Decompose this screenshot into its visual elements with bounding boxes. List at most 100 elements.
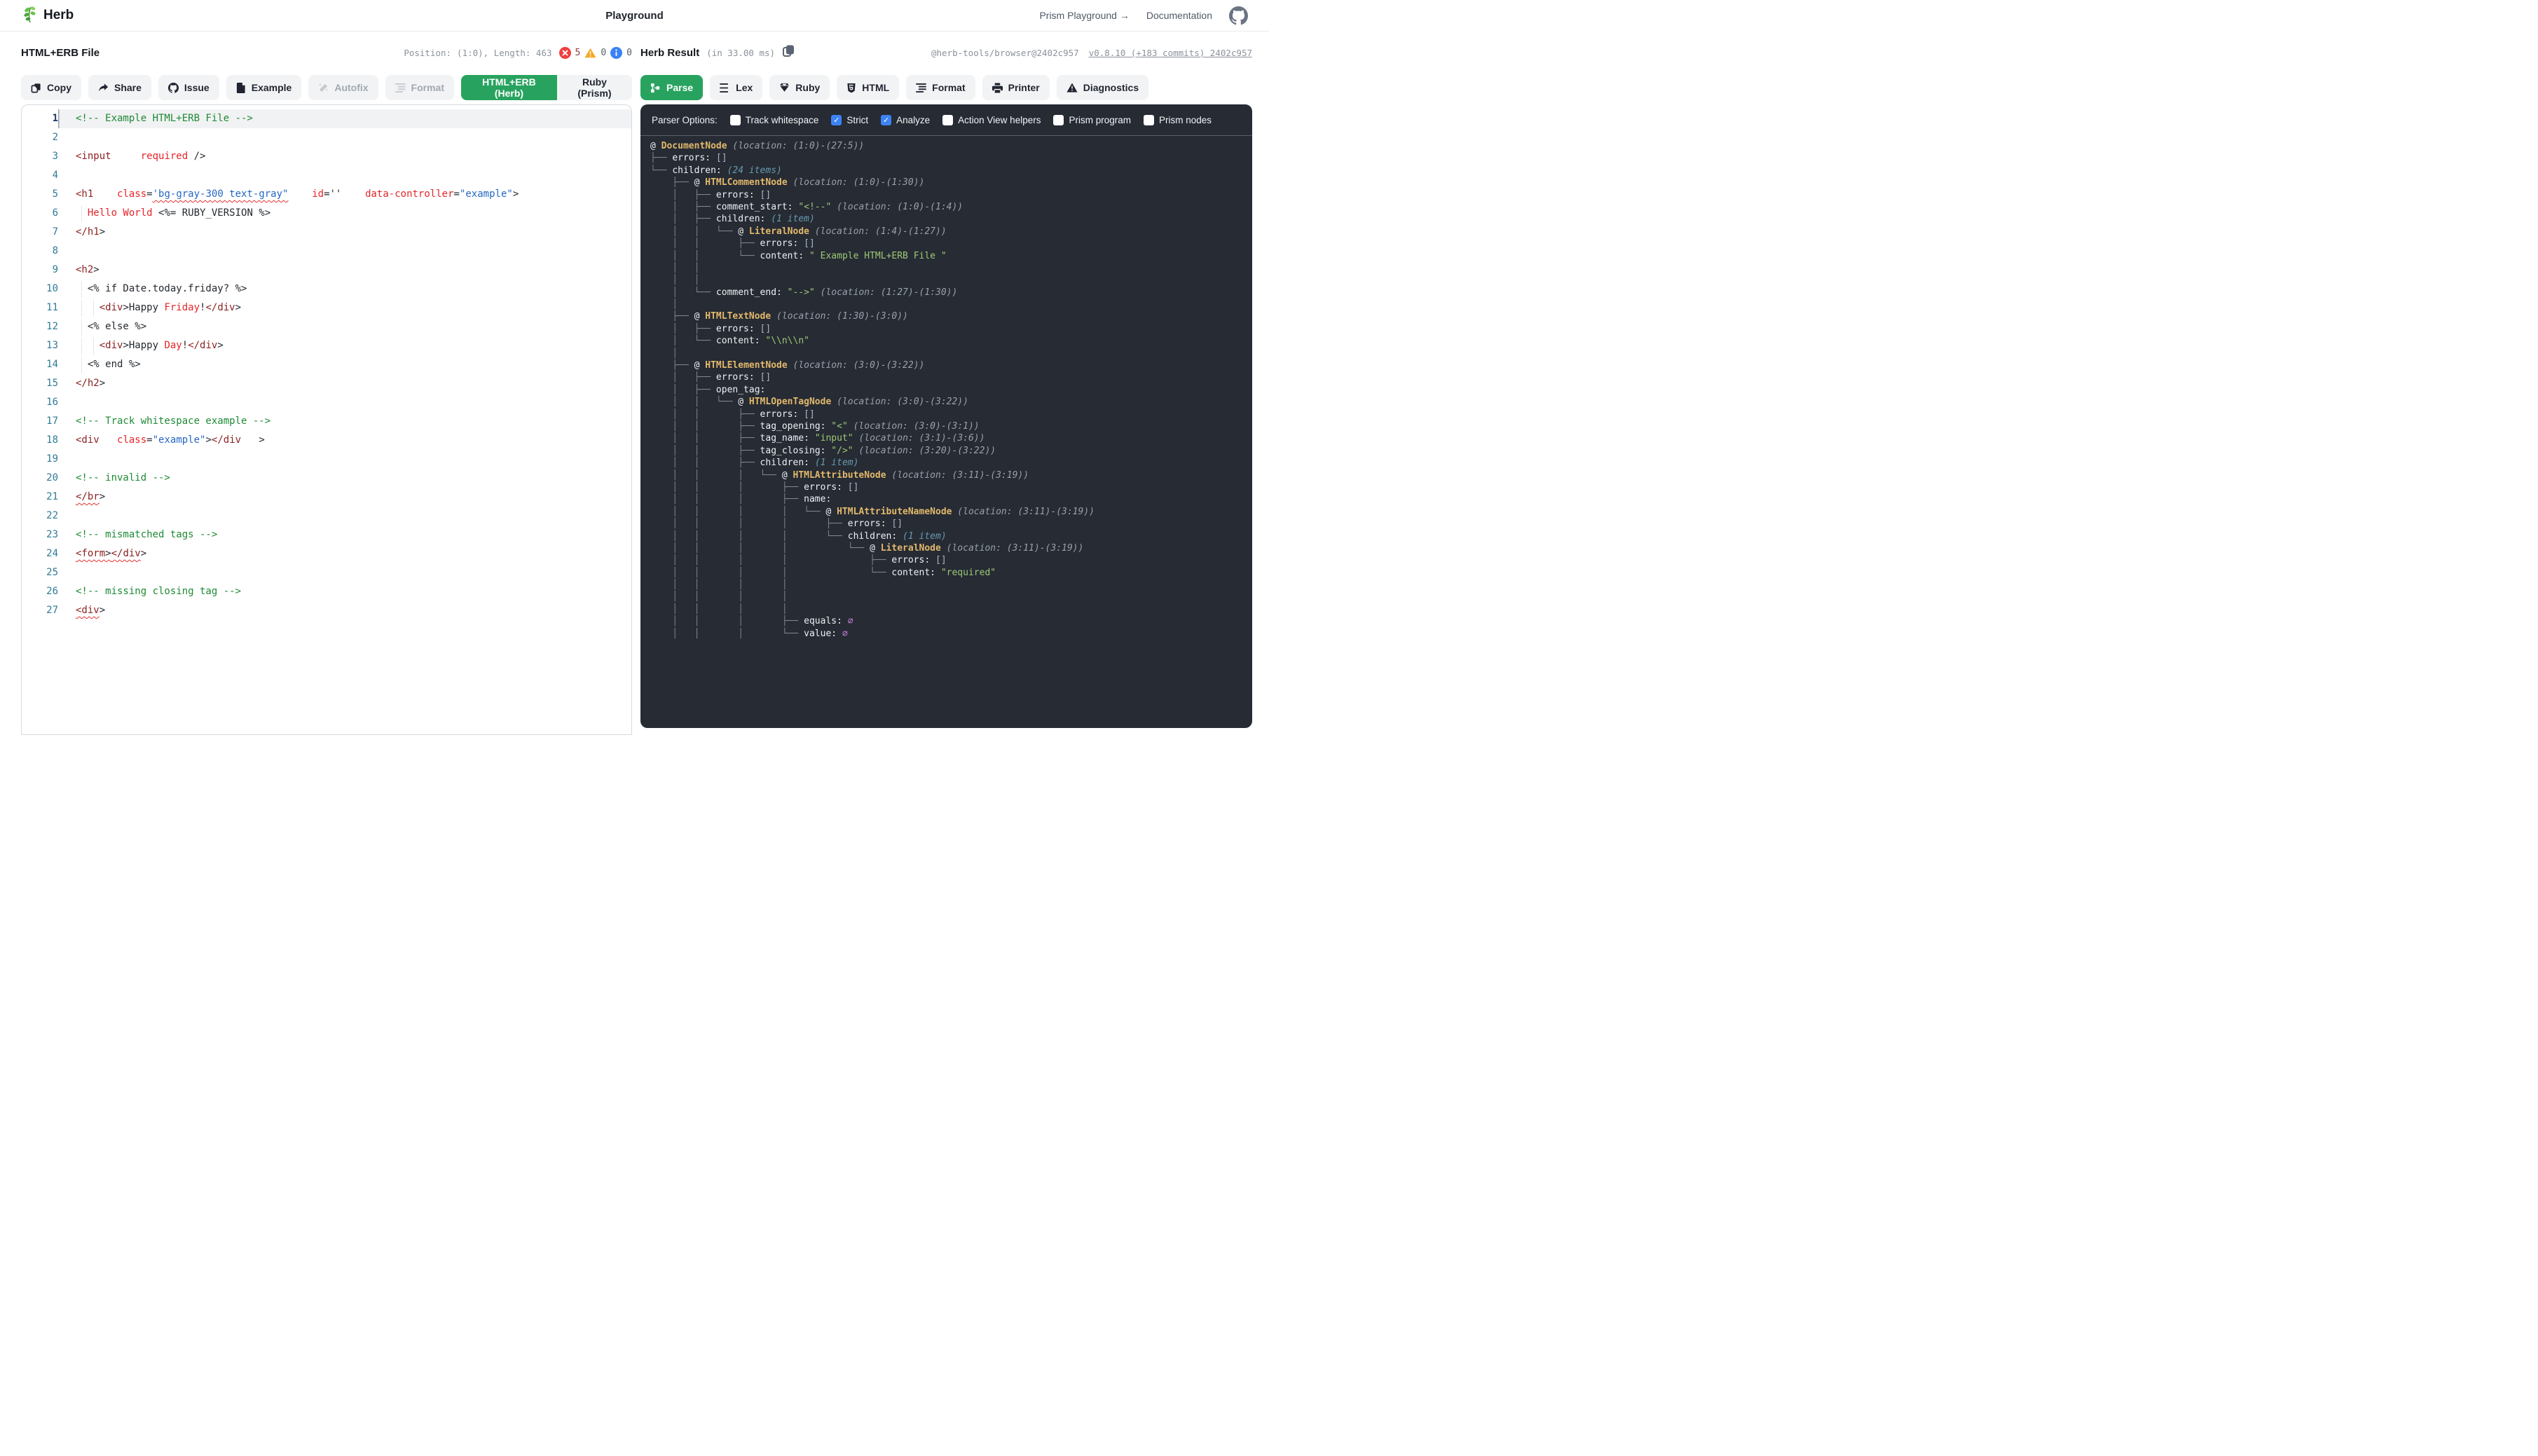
- checkbox[interactable]: [1144, 115, 1154, 125]
- editor-line[interactable]: 5<h1 class='bg-gray-300 text-gray" id=''…: [22, 185, 631, 204]
- editor-line[interactable]: 19: [22, 450, 631, 469]
- format-button[interactable]: Format: [906, 75, 975, 100]
- parser-option-track-whitespace[interactable]: Track whitespace: [730, 115, 819, 125]
- checkbox[interactable]: [730, 115, 741, 125]
- documentation-link[interactable]: Documentation: [1146, 10, 1212, 21]
- parser-option-action-view-helpers[interactable]: Action View helpers: [942, 115, 1041, 125]
- tree-row[interactable]: │: [650, 298, 1252, 310]
- tree-row[interactable]: ├── @ HTMLCommentNode (location: (1:0)-(…: [650, 177, 1252, 188]
- editor-line[interactable]: 18<div class="example"></div >: [22, 431, 631, 450]
- tree-row[interactable]: │ │: [650, 274, 1252, 286]
- tree-row[interactable]: │ ├── errors: []: [650, 371, 1252, 383]
- editor-line[interactable]: 6 Hello World <%= RUBY_VERSION %>: [22, 204, 631, 223]
- tree-row[interactable]: │ │ │ │ └── content: "required": [650, 567, 1252, 579]
- tab-ruby-prism[interactable]: Ruby (Prism): [557, 75, 632, 100]
- checkbox[interactable]: ✓: [831, 115, 842, 125]
- version-link[interactable]: v0.8.10 (+183 commits) 2402c957: [1089, 48, 1252, 58]
- html-button[interactable]: HTML: [837, 75, 899, 100]
- editor-line[interactable]: 16: [22, 393, 631, 412]
- editor-line[interactable]: 23<!-- mismatched tags -->: [22, 526, 631, 544]
- tree-row[interactable]: │ ├── children: (1 item): [650, 213, 1252, 225]
- checkbox[interactable]: [1053, 115, 1064, 125]
- tree-row[interactable]: │ │ ├── tag_name: "input" (location: (3:…: [650, 432, 1252, 444]
- code-editor[interactable]: 1<!-- Example HTML+ERB File -->23<input …: [21, 104, 632, 735]
- tree-row[interactable]: │ │ └── @ HTMLOpenTagNode (location: (3:…: [650, 396, 1252, 408]
- tree-row[interactable]: │ │ │ │: [650, 579, 1252, 591]
- editor-line[interactable]: 13 <div>Happy Day!</div>: [22, 336, 631, 355]
- parser-option-prism-nodes[interactable]: Prism nodes: [1144, 115, 1212, 125]
- editor-line[interactable]: 15</h2>: [22, 374, 631, 393]
- tree-row[interactable]: │ │ ├── tag_closing: "/>" (location: (3:…: [650, 445, 1252, 457]
- tree-row[interactable]: ├── @ HTMLTextNode (location: (1:30)-(3:…: [650, 310, 1252, 322]
- tree-row[interactable]: │ │ │ │ ├── errors: []: [650, 518, 1252, 530]
- example-button[interactable]: Example: [226, 75, 302, 100]
- tree-row[interactable]: │ │ └── @ LiteralNode (location: (1:4)-(…: [650, 226, 1252, 238]
- tree-row[interactable]: │ │ │ │ └── @ LiteralNode (location: (3:…: [650, 542, 1252, 554]
- parser-option-analyze[interactable]: ✓Analyze: [881, 115, 930, 125]
- editor-line[interactable]: 22: [22, 507, 631, 526]
- tree-row[interactable]: │ ├── open_tag:: [650, 384, 1252, 396]
- tree-row[interactable]: │ │ ├── errors: []: [650, 238, 1252, 249]
- printer-button[interactable]: Printer: [982, 75, 1050, 100]
- editor-line[interactable]: 9<h2>: [22, 261, 631, 280]
- copy-result-icon[interactable]: [782, 44, 795, 61]
- tree-row[interactable]: ├── errors: []: [650, 152, 1252, 164]
- tree-row[interactable]: │ │ ├── errors: []: [650, 408, 1252, 420]
- editor-line[interactable]: 11 <div>Happy Friday!</div>: [22, 298, 631, 317]
- share-button[interactable]: Share: [88, 75, 151, 100]
- editor-line[interactable]: 17<!-- Track whitespace example -->: [22, 412, 631, 431]
- tree-row[interactable]: │ │ ├── children: (1 item): [650, 457, 1252, 469]
- editor-line[interactable]: 8: [22, 242, 631, 261]
- tree-row[interactable]: │ │ │ │: [650, 603, 1252, 615]
- tree-row[interactable]: └── children: (24 items): [650, 165, 1252, 177]
- editor-line[interactable]: 2: [22, 128, 631, 147]
- tree-row[interactable]: │ │ │ │ └── @ HTMLAttributeNameNode (loc…: [650, 506, 1252, 518]
- tree-row[interactable]: │ │ │ │ ├── errors: []: [650, 554, 1252, 566]
- editor-line[interactable]: 12 <% else %>: [22, 317, 631, 336]
- parser-option-strict[interactable]: ✓Strict: [831, 115, 868, 125]
- github-icon[interactable]: [1229, 6, 1248, 25]
- tree-row[interactable]: │ │ ├── tag_opening: "<" (location: (3:0…: [650, 420, 1252, 432]
- editor-line[interactable]: 1<!-- Example HTML+ERB File -->: [22, 109, 631, 128]
- tab-html-erb-herb[interactable]: HTML+ERB (Herb): [461, 75, 557, 100]
- tree-row[interactable]: │ │ │ └── @ HTMLAttributeNode (location:…: [650, 469, 1252, 481]
- tree-row[interactable]: │ │ │ ├── name:: [650, 493, 1252, 505]
- tree-row[interactable]: │ └── comment_end: "-->" (location: (1:2…: [650, 287, 1252, 298]
- prism-playground-link[interactable]: Prism Playground →: [1039, 10, 1129, 21]
- autofix-button[interactable]: Autofix: [308, 75, 378, 100]
- editor-line[interactable]: 24<form></div>: [22, 544, 631, 563]
- copy-button[interactable]: Copy: [21, 75, 81, 100]
- editor-line[interactable]: 3<input required />: [22, 147, 631, 166]
- editor-line[interactable]: 21</br>: [22, 488, 631, 507]
- tree-row[interactable]: │ │ │ └── value: ⌀: [650, 628, 1252, 640]
- tree-row[interactable]: │ ├── comment_start: "<!--" (location: (…: [650, 201, 1252, 213]
- format-button[interactable]: Format: [385, 75, 454, 100]
- editor-line[interactable]: 14 <% end %>: [22, 355, 631, 374]
- issue-button[interactable]: Issue: [158, 75, 219, 100]
- lex-button[interactable]: Lex: [710, 75, 762, 100]
- editor-line[interactable]: 7</h1>: [22, 223, 631, 242]
- checkbox[interactable]: ✓: [881, 115, 891, 125]
- herb-logo[interactable]: Herb: [21, 5, 74, 27]
- tree-row[interactable]: │ │ └── content: " Example HTML+ERB File…: [650, 250, 1252, 262]
- tree-row[interactable]: │ ├── errors: []: [650, 323, 1252, 335]
- editor-line[interactable]: 20<!-- invalid -->: [22, 469, 631, 488]
- ruby-button[interactable]: Ruby: [769, 75, 830, 100]
- parser-option-prism-program[interactable]: Prism program: [1053, 115, 1131, 125]
- editor-line[interactable]: 10 <% if Date.today.friday? %>: [22, 280, 631, 298]
- tree-row[interactable]: │ ├── errors: []: [650, 189, 1252, 201]
- tree-row[interactable]: @ DocumentNode (location: (1:0)-(27:5)): [650, 140, 1252, 152]
- tree-row[interactable]: │ │: [650, 262, 1252, 274]
- tree-row[interactable]: │ │ │ ├── equals: ⌀: [650, 615, 1252, 627]
- tree-row[interactable]: │: [650, 348, 1252, 359]
- checkbox[interactable]: [942, 115, 953, 125]
- editor-line[interactable]: 4: [22, 166, 631, 185]
- editor-line[interactable]: 26<!-- missing closing tag -->: [22, 582, 631, 601]
- editor-line[interactable]: 25: [22, 563, 631, 582]
- diagnostics-button[interactable]: Diagnostics: [1057, 75, 1148, 100]
- tree-row[interactable]: │ │ │ │ └── children: (1 item): [650, 530, 1252, 542]
- editor-line[interactable]: 27<div>: [22, 601, 631, 620]
- tree-row[interactable]: ├── @ HTMLElementNode (location: (3:0)-(…: [650, 359, 1252, 371]
- parse-button[interactable]: Parse: [640, 75, 703, 100]
- tree-row[interactable]: │ └── content: "\\n\\n": [650, 335, 1252, 347]
